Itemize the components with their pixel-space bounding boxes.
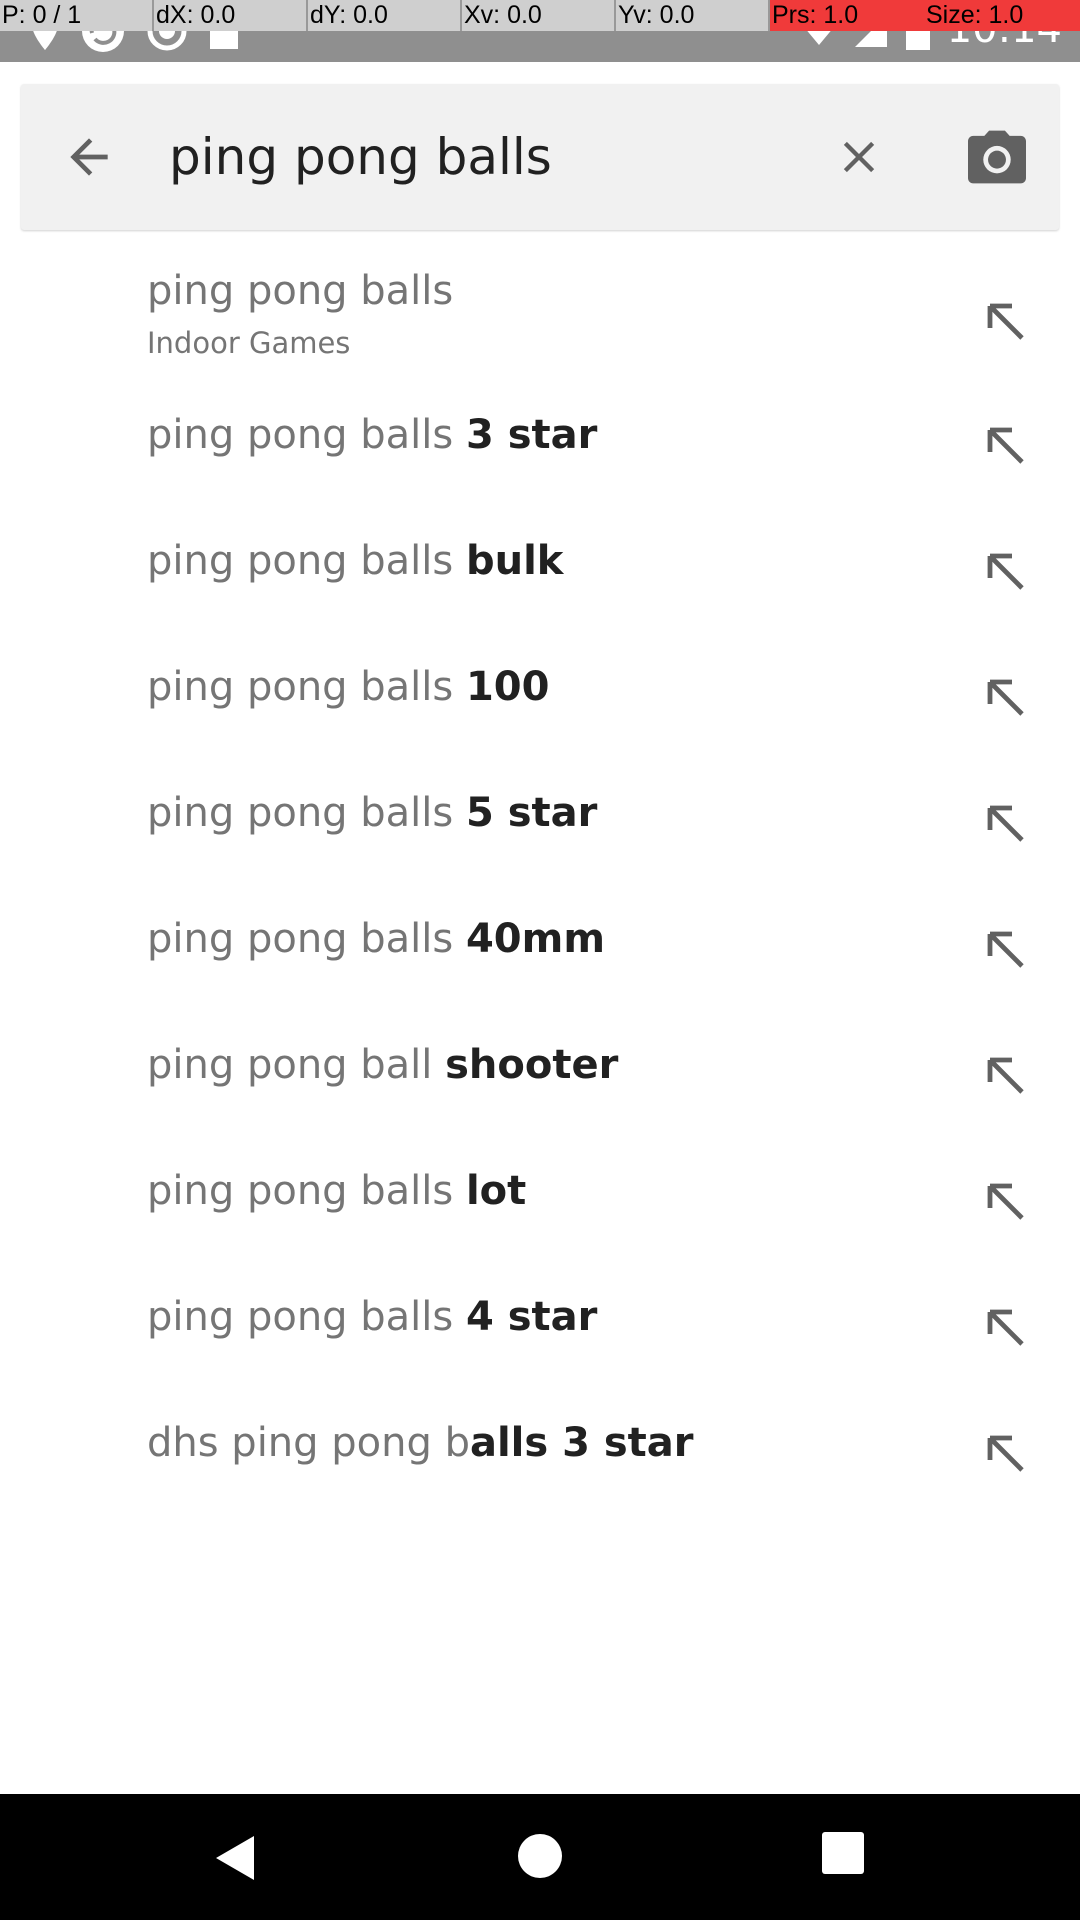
suggestion-label: ping pong balls 100 bbox=[147, 664, 549, 710]
arrow-up-left-icon[interactable] bbox=[982, 1430, 1030, 1478]
arrow-up-left-icon[interactable] bbox=[982, 548, 1030, 596]
arrow-up-left-icon[interactable] bbox=[982, 674, 1030, 722]
suggestion-completion: 3 star bbox=[465, 412, 598, 458]
suggestion-item[interactable]: ping pong balls Indoor Games bbox=[0, 250, 1080, 382]
suggestion-item[interactable]: dhs ping pong balls 3 star bbox=[0, 1390, 1080, 1516]
suggestion-item[interactable]: ping pong balls 5 star bbox=[0, 760, 1080, 886]
overlay-dx: dX: 0.0 bbox=[154, 0, 308, 31]
arrow-up-left-icon[interactable] bbox=[982, 298, 1030, 346]
suggestion-label: ping pong balls bbox=[147, 268, 453, 314]
suggestion-prefix: ping pong balls bbox=[147, 1294, 466, 1340]
nav-back-icon[interactable] bbox=[208, 1830, 264, 1886]
suggestion-completion: lot bbox=[465, 1168, 527, 1214]
suggestion-completion: bulk bbox=[465, 538, 564, 584]
suggestion-completion: shooter bbox=[445, 1042, 619, 1088]
suggestion-prefix: ping pong balls bbox=[147, 1168, 466, 1214]
suggestion-prefix: ping pong balls bbox=[147, 268, 454, 314]
suggestion-completion: 100 bbox=[465, 664, 550, 710]
suggestion-prefix: dhs ping pong b bbox=[147, 1420, 470, 1466]
suggestion-prefix: ping pong balls bbox=[147, 916, 466, 962]
suggestion-label: dhs ping pong balls 3 star bbox=[147, 1420, 694, 1466]
suggestion-label: ping pong balls 5 star bbox=[147, 790, 597, 836]
arrow-up-left-icon[interactable] bbox=[982, 1178, 1030, 1226]
pointer-location-overlay: P: 0 / 1 dX: 0.0 dY: 0.0 Xv: 0.0 Yv: 0.0… bbox=[0, 0, 1080, 31]
arrow-up-left-icon[interactable] bbox=[982, 422, 1030, 470]
suggestion-label: ping pong ball shooter bbox=[147, 1042, 618, 1088]
status-bar: 10:14 P: 0 / 1 dX: 0.0 dY: 0.0 Xv: 0.0 Y… bbox=[0, 0, 1080, 62]
arrow-up-left-icon[interactable] bbox=[982, 1304, 1030, 1352]
arrow-up-left-icon[interactable] bbox=[982, 1052, 1030, 1100]
arrow-up-left-icon[interactable] bbox=[982, 926, 1030, 974]
suggestion-item[interactable]: ping pong balls 40mm bbox=[0, 886, 1080, 1012]
overlay-yv: Yv: 0.0 bbox=[616, 0, 770, 31]
arrow-up-left-icon[interactable] bbox=[982, 800, 1030, 848]
close-icon[interactable] bbox=[833, 131, 885, 183]
overlay-dy: dY: 0.0 bbox=[308, 0, 462, 31]
search-bar bbox=[21, 84, 1059, 230]
overlay-xv: Xv: 0.0 bbox=[462, 0, 616, 31]
suggestion-label: ping pong balls 4 star bbox=[147, 1294, 597, 1340]
suggestion-item[interactable]: ping pong balls lot bbox=[0, 1138, 1080, 1264]
overlay-pressure: Prs: 1.0 bbox=[770, 0, 924, 31]
camera-icon[interactable] bbox=[965, 128, 1029, 186]
suggestion-list: ping pong balls Indoor Games ping pong bal… bbox=[0, 250, 1080, 1516]
arrow-back-icon[interactable] bbox=[61, 129, 117, 185]
suggestion-item[interactable]: ping pong balls 4 star bbox=[0, 1264, 1080, 1390]
suggestion-prefix: ping pong balls bbox=[147, 790, 466, 836]
nav-recents-icon[interactable] bbox=[822, 1832, 864, 1874]
suggestion-completion: 5 star bbox=[465, 790, 598, 836]
suggestion-category: Indoor Games bbox=[147, 326, 351, 360]
suggestion-item[interactable]: ping pong ball shooter bbox=[0, 1012, 1080, 1138]
suggestion-prefix: ping pong ball bbox=[147, 1042, 446, 1088]
navigation-bar bbox=[0, 1794, 1080, 1920]
suggestion-label: ping pong balls bulk bbox=[147, 538, 563, 584]
suggestion-prefix: ping pong balls bbox=[147, 412, 466, 458]
suggestion-label: ping pong balls lot bbox=[147, 1168, 526, 1214]
suggestion-item[interactable]: ping pong balls 100 bbox=[0, 634, 1080, 760]
nav-home-icon[interactable] bbox=[518, 1834, 562, 1878]
suggestion-completion: 4 star bbox=[465, 1294, 598, 1340]
suggestion-completion: alls 3 star bbox=[469, 1420, 694, 1466]
suggestion-label: ping pong balls 3 star bbox=[147, 412, 597, 458]
suggestion-completion: 40mm bbox=[465, 916, 605, 962]
suggestion-label: ping pong balls 40mm bbox=[147, 916, 605, 962]
overlay-size: Size: 1.0 bbox=[924, 0, 1080, 31]
suggestion-prefix: ping pong balls bbox=[147, 664, 466, 710]
search-input[interactable] bbox=[169, 120, 819, 194]
suggestion-item[interactable]: ping pong balls 3 star bbox=[0, 382, 1080, 508]
overlay-pointer-count: P: 0 / 1 bbox=[0, 0, 154, 31]
suggestion-prefix: ping pong balls bbox=[147, 538, 466, 584]
suggestion-item[interactable]: ping pong balls bulk bbox=[0, 508, 1080, 634]
